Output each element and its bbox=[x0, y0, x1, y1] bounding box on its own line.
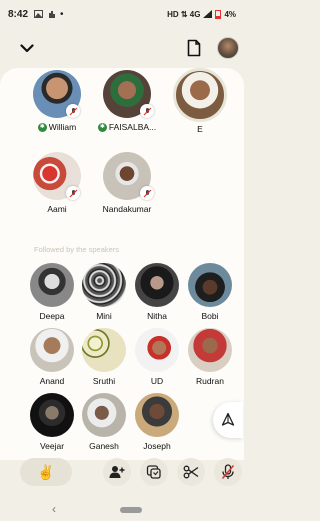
speaker-tile[interactable]: ✱ William bbox=[27, 70, 87, 132]
listener-tile[interactable]: Veejar bbox=[22, 393, 82, 451]
dot-icon: • bbox=[60, 8, 64, 20]
send-icon bbox=[221, 412, 235, 426]
avatar bbox=[135, 263, 179, 307]
add-user-icon bbox=[109, 466, 125, 478]
listener-tile[interactable]: UD bbox=[127, 328, 187, 386]
listener-tile[interactable]: Nitha bbox=[127, 263, 187, 321]
avatar bbox=[188, 328, 232, 372]
mic-off-icon bbox=[221, 464, 235, 479]
avatar bbox=[173, 68, 227, 122]
battery-percent: 4% bbox=[224, 9, 236, 19]
listener-name: Ganesh bbox=[89, 441, 119, 451]
profile-avatar[interactable] bbox=[217, 37, 239, 59]
scissors-icon bbox=[183, 465, 199, 479]
speaker-tile[interactable]: Nandakumar bbox=[97, 152, 157, 214]
chat-button[interactable] bbox=[140, 458, 168, 486]
avatar bbox=[188, 263, 232, 307]
moderator-badge-icon: ✱ bbox=[37, 122, 47, 132]
add-user-button[interactable] bbox=[103, 458, 131, 486]
mic-off-icon bbox=[66, 104, 80, 118]
raise-hand-button[interactable]: ✌ bbox=[20, 458, 72, 486]
listener-name: Rudran bbox=[196, 376, 224, 386]
avatar bbox=[30, 263, 74, 307]
chat-icon bbox=[146, 465, 161, 479]
speaker-name: Nandakumar bbox=[102, 204, 152, 214]
avatar bbox=[135, 393, 179, 437]
clip-button[interactable] bbox=[177, 458, 205, 486]
speaker-tile[interactable]: ✱ FAISALBA... bbox=[97, 70, 157, 132]
listener-name: Mini bbox=[96, 311, 112, 321]
network-status: HD ⇅ 4G bbox=[167, 9, 201, 19]
listener-tile[interactable]: Anand bbox=[22, 328, 82, 386]
mic-off-icon bbox=[140, 186, 154, 200]
signal-icon bbox=[203, 10, 213, 18]
chevron-down-icon[interactable] bbox=[16, 37, 38, 59]
avatar bbox=[30, 393, 74, 437]
listener-tile[interactable]: Mini bbox=[74, 263, 134, 321]
room-toolbar: ✌ bbox=[0, 455, 244, 489]
moderator-badge-icon: ✱ bbox=[97, 122, 107, 132]
listener-tile[interactable]: Ganesh bbox=[74, 393, 134, 451]
avatar bbox=[30, 328, 74, 372]
status-time: 8:42 bbox=[8, 8, 29, 20]
document-icon[interactable] bbox=[184, 37, 204, 59]
raise-hand-icon: ✌ bbox=[37, 463, 55, 480]
avatar bbox=[135, 328, 179, 372]
section-label: Followed by the speakers bbox=[34, 245, 120, 254]
listener-tile[interactable]: Bobi bbox=[180, 263, 240, 321]
listener-name: Bobi bbox=[201, 311, 219, 321]
speaker-tile-active[interactable]: E bbox=[170, 68, 230, 134]
avatar bbox=[82, 393, 126, 437]
listener-tile[interactable]: Rudran bbox=[180, 328, 240, 386]
listener-name: Deepa bbox=[39, 311, 65, 321]
listener-tile[interactable]: Joseph bbox=[127, 393, 187, 451]
speaker-tile[interactable]: Aami bbox=[27, 152, 87, 214]
hand-notification-icon bbox=[49, 10, 56, 18]
status-bar: 8:42 • HD ⇅ 4G 4% bbox=[0, 0, 244, 28]
mic-button[interactable] bbox=[214, 458, 242, 486]
system-nav-bar: ‹ bbox=[0, 500, 244, 521]
listener-name: Anand bbox=[39, 376, 65, 386]
listener-name: Veejar bbox=[39, 441, 65, 451]
gallery-icon bbox=[34, 10, 44, 18]
listener-name: Sruthi bbox=[92, 376, 116, 386]
home-pill-icon[interactable] bbox=[120, 507, 142, 513]
listener-name: Nitha bbox=[147, 311, 167, 321]
avatar bbox=[82, 263, 126, 307]
room-sheet: ✱ William ✱ FAISALBA... E Aami Nandakuma… bbox=[0, 68, 244, 460]
mic-off-icon bbox=[66, 186, 80, 200]
notification-icons: • bbox=[34, 9, 64, 20]
avatar bbox=[82, 328, 126, 372]
speaker-name: Aami bbox=[47, 204, 67, 214]
speaker-name: E bbox=[197, 124, 203, 134]
listener-tile[interactable]: Deepa bbox=[22, 263, 82, 321]
listener-tile[interactable]: Sruthi bbox=[74, 328, 134, 386]
listener-name: Joseph bbox=[143, 441, 171, 451]
status-right: HD ⇅ 4G 4% bbox=[167, 9, 236, 19]
speaker-name: William bbox=[48, 122, 77, 132]
mic-off-icon bbox=[140, 104, 154, 118]
room-header bbox=[0, 28, 244, 68]
listener-name: UD bbox=[150, 376, 164, 386]
back-icon[interactable]: ‹ bbox=[52, 502, 56, 516]
wave-button[interactable] bbox=[213, 402, 243, 438]
speaker-name: FAISALBA... bbox=[108, 122, 157, 132]
battery-icon bbox=[215, 9, 222, 19]
